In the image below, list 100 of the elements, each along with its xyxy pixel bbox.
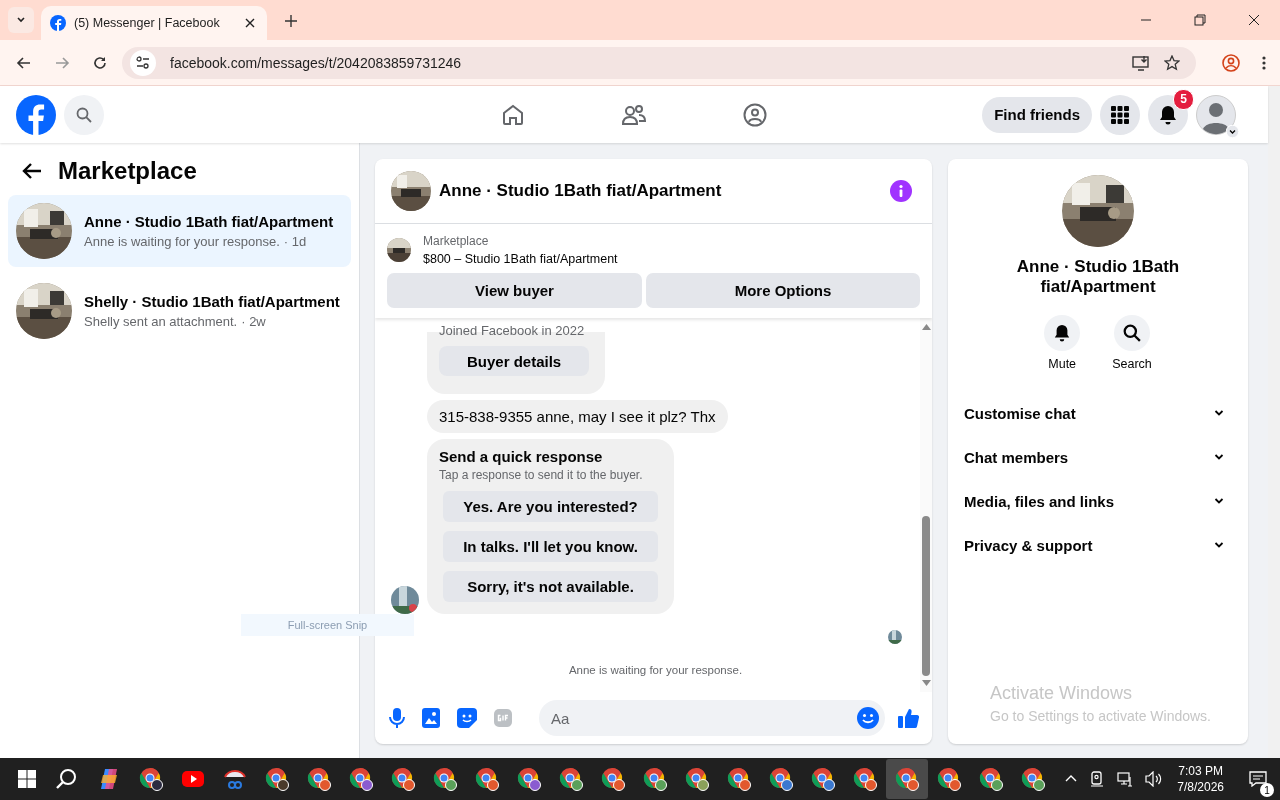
star-icon[interactable] (1164, 54, 1180, 71)
scrollbar-thumb[interactable] (922, 516, 930, 676)
scroll-up-icon[interactable] (921, 324, 931, 330)
message-input[interactable]: Aa (539, 700, 885, 736)
url-text: facebook.com/messages/t/2042083859731246 (170, 54, 462, 71)
browser-icon (643, 767, 667, 791)
grid-icon (1111, 105, 1129, 124)
activation-watermark-title: Activate Windows (990, 683, 1134, 704)
section-header[interactable]: Customise chat (964, 391, 1232, 435)
emoji-icon[interactable] (857, 707, 879, 729)
conversation-name: Shelly · Studio 1Bath fiat/Apartment (84, 293, 340, 310)
quick-response-button[interactable]: Sorry, it's not available. (443, 571, 658, 602)
chevron-down-icon (1214, 408, 1224, 418)
browser-icon (727, 767, 751, 791)
scroll-down-icon[interactable] (921, 680, 931, 686)
message-time: · 1d (283, 234, 307, 249)
search-icon[interactable] (56, 768, 78, 790)
friends-icon[interactable] (621, 102, 647, 127)
section-header[interactable]: Chat members (964, 435, 1232, 479)
restore-icon[interactable] (1194, 14, 1206, 26)
browser-icon (937, 767, 961, 791)
find-friends-button[interactable]: Find friends (982, 96, 1092, 133)
start-icon[interactable] (18, 770, 36, 788)
site-settings-icon[interactable] (130, 49, 156, 76)
notification-center-icon[interactable] (1249, 771, 1267, 787)
new-tab-icon[interactable] (285, 15, 297, 27)
account-avatar-icon[interactable] (1196, 94, 1236, 135)
back-icon[interactable] (16, 54, 32, 71)
browser-icon (1021, 767, 1045, 791)
section-header[interactable]: Media, files and links (964, 479, 1232, 523)
close-icon[interactable] (245, 18, 255, 28)
browser-icon (349, 767, 373, 791)
activation-watermark-text: Go to Settings to activate Windows. (990, 708, 1212, 724)
caret-icon[interactable] (1226, 124, 1239, 138)
browser-icon (601, 767, 625, 791)
volume-icon[interactable] (1145, 771, 1164, 787)
browser-icon (811, 767, 835, 791)
menu-icon[interactable] (1262, 54, 1266, 71)
browser-icon (139, 767, 163, 791)
info-icon[interactable] (890, 180, 912, 202)
clock-date[interactable]: 7/8/2026 (1177, 780, 1224, 794)
sticker-icon[interactable] (457, 708, 477, 728)
chevron-down-icon (1214, 496, 1224, 506)
camera-icon[interactable] (1089, 771, 1106, 787)
browser-icon (265, 767, 289, 791)
tab-title: (5) Messenger | Facebook (74, 16, 221, 30)
action-label: Mute (1048, 357, 1077, 371)
facebook-logo-icon[interactable] (16, 94, 56, 135)
action-label: Search (1112, 357, 1152, 371)
caret-icon (16, 15, 26, 25)
listing-action-button[interactable]: More Options (646, 273, 920, 308)
quick-response-button[interactable]: Yes. Are you interested? (443, 491, 658, 522)
message-preview: Shelly sent an attachment. (84, 314, 238, 329)
section-label: Privacy & support (964, 536, 1093, 554)
notifications-button[interactable] (1148, 94, 1188, 135)
microphone-icon[interactable] (389, 708, 405, 728)
listing-label: Marketplace (423, 234, 490, 248)
chevron-down-icon (1214, 452, 1224, 462)
conversation-item[interactable]: Anne · Studio 1Bath fiat/Apartment Anne is waiting for your response. · 1d (8, 195, 351, 267)
section-label: Chat members (964, 448, 1069, 466)
conversation-item[interactable]: Shelly · Studio 1Bath fiat/Apartment Shelly sent an attachment. · 2w (8, 275, 351, 347)
close-icon[interactable] (1248, 14, 1260, 26)
notification-badge: 5 (1173, 88, 1194, 110)
scissors-icon (223, 767, 247, 791)
mute-button[interactable] (1044, 315, 1081, 351)
install-app-icon[interactable] (1132, 54, 1150, 71)
listing-title: $800 – Studio 1Bath fiat/Apartment (423, 252, 618, 266)
browser-icon (559, 767, 583, 791)
message-time: · 2w (241, 314, 266, 329)
quick-response-button[interactable]: In talks. I'll let you know. (443, 531, 658, 562)
groups-icon[interactable] (743, 102, 767, 127)
profile-icon[interactable] (1222, 53, 1240, 72)
back-arrow-icon[interactable] (22, 162, 42, 180)
browser-icon (853, 767, 877, 791)
listing-action-button[interactable]: View buyer (387, 273, 642, 308)
browser-icon (307, 767, 331, 791)
scrollbar[interactable] (920, 318, 932, 692)
snip-tooltip: Full-screen Snip (241, 614, 414, 636)
network-icon[interactable] (1117, 771, 1134, 787)
image-icon[interactable] (422, 708, 440, 728)
menu-button[interactable] (1100, 94, 1140, 135)
clock-time[interactable]: 7:03 PM (1178, 764, 1223, 778)
search-icon (76, 106, 92, 123)
buyer-details-button[interactable]: Buyer details (439, 346, 590, 376)
chat-title: Anne · Studio 1Bath fiat/Apartment (439, 181, 722, 201)
reload-icon[interactable] (92, 54, 108, 71)
buyer-info-text: Joined Facebook in 2022 (439, 323, 586, 338)
forward-icon[interactable] (54, 54, 70, 71)
tab-search-button[interactable] (8, 7, 34, 33)
search-button[interactable] (1114, 315, 1150, 351)
section-header[interactable]: Privacy & support (964, 523, 1232, 567)
bell-icon (1053, 324, 1072, 342)
address-bar[interactable]: facebook.com/messages/t/2042083859731246 (122, 46, 1196, 79)
browser-icon (391, 767, 415, 791)
thumbs-up-icon[interactable] (898, 707, 920, 729)
browser-tab[interactable]: (5) Messenger | Facebook (41, 6, 267, 40)
browser-icon (979, 767, 1003, 791)
home-icon[interactable] (501, 102, 525, 127)
scrollbar[interactable] (1268, 86, 1280, 758)
section-label: Media, files and links (964, 492, 1115, 510)
